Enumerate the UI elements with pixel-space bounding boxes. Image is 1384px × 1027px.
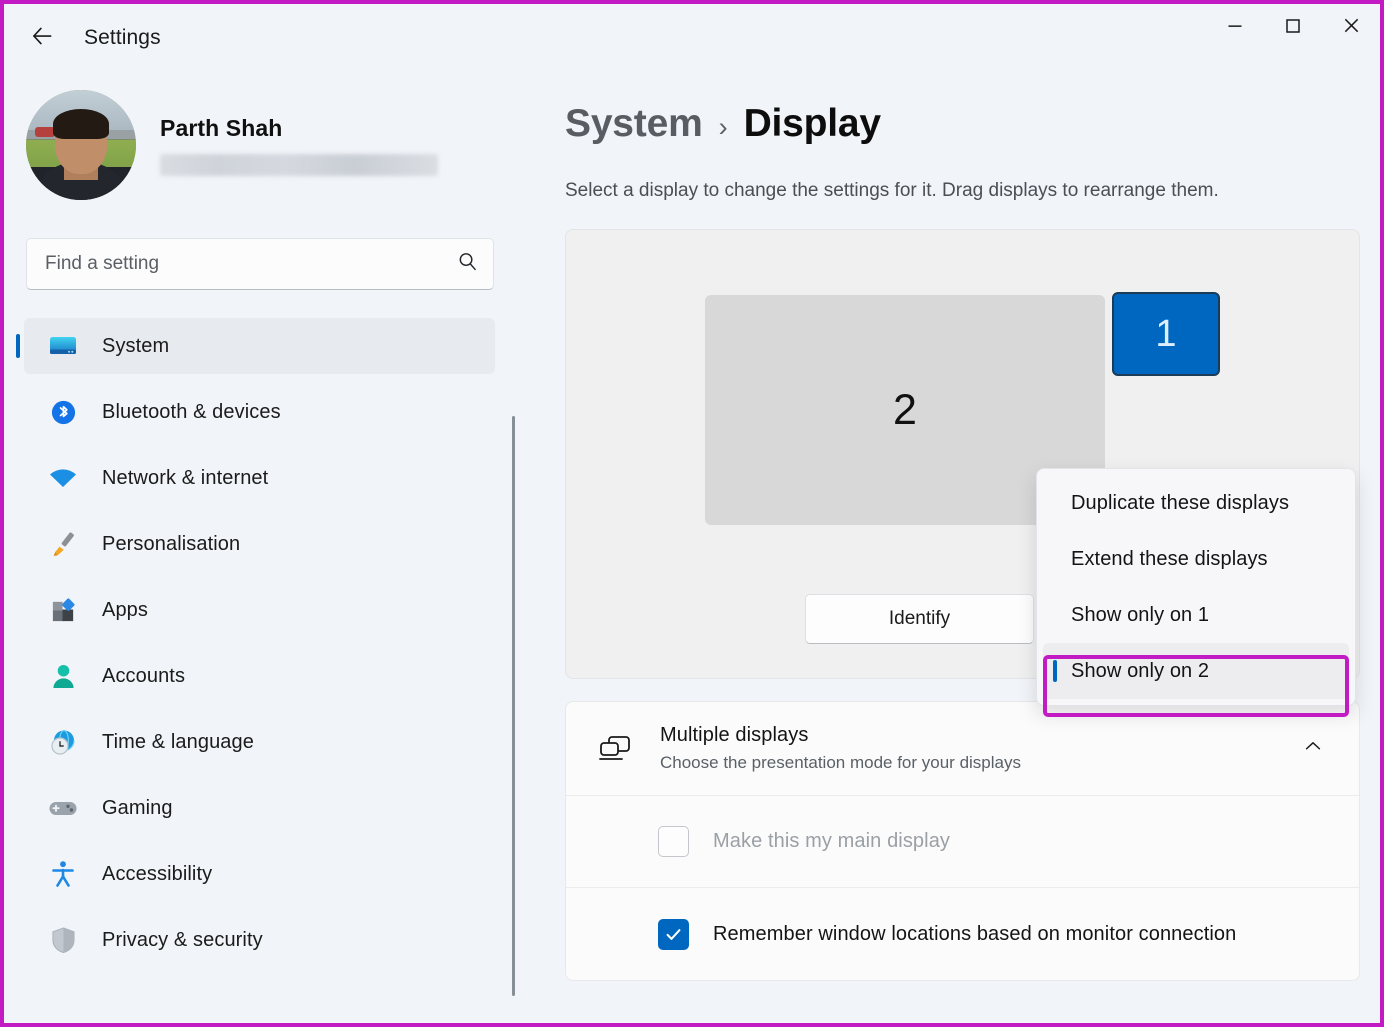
sidebar-item-accessibility[interactable]: Accessibility [24,846,495,902]
apps-icon [46,595,80,625]
sidebar: Parth Shah [4,72,529,1023]
close-button[interactable] [1322,4,1380,52]
menu-item-extend-displays[interactable]: Extend these displays [1043,531,1349,587]
sidebar-item-label: Accounts [102,665,185,688]
multiple-displays-title: Multiple displays [660,724,1293,747]
close-icon [1343,17,1360,39]
sidebar-item-label: System [102,335,169,358]
remember-window-locations-checkbox[interactable] [658,919,689,950]
chevron-right-icon: › [719,112,728,143]
remember-window-locations-row[interactable]: Remember window locations based on monit… [566,888,1359,980]
wifi-icon [46,463,80,493]
monitor-icon [46,331,80,361]
maximize-icon [1285,18,1301,39]
sidebar-item-time-language[interactable]: Time & language [24,714,495,770]
make-main-display-label: Make this my main display [713,826,950,857]
display-thumbnail-1[interactable]: 1 [1112,292,1220,376]
identify-button[interactable]: Identify [805,594,1034,644]
page-description: Select a display to change the settings … [565,174,1355,207]
shield-icon [46,925,80,955]
app-title: Settings [84,26,161,50]
title-bar: Settings [4,4,1380,72]
menu-item-show-only-on-1[interactable]: Show only on 1 [1043,587,1349,643]
maximize-button[interactable] [1264,4,1322,52]
account-name: Parth Shah [160,115,438,142]
person-icon [46,661,80,691]
sidebar-item-network-internet[interactable]: Network & internet [24,450,495,506]
sidebar-nav: System Bluetooth & devices [4,318,529,968]
multiple-displays-row[interactable]: Multiple displays Choose the presentatio… [566,702,1359,796]
sidebar-item-gaming[interactable]: Gaming [24,780,495,836]
breadcrumb-parent[interactable]: System [565,102,703,146]
accessibility-icon [46,859,80,889]
back-arrow-icon [29,23,55,54]
sidebar-item-label: Gaming [102,797,173,820]
paintbrush-icon [46,529,80,559]
main-content: System › Display Select a display to cha… [529,72,1380,1023]
sidebar-item-privacy-security[interactable]: Privacy & security [24,912,495,968]
sidebar-item-label: Privacy & security [102,929,263,952]
minimize-button[interactable] [1206,4,1264,52]
menu-item-duplicate-displays[interactable]: Duplicate these displays [1043,475,1349,531]
sidebar-item-apps[interactable]: Apps [24,582,495,638]
collapse-section-button[interactable] [1293,729,1333,769]
minimize-icon [1227,18,1243,39]
sidebar-item-label: Time & language [102,731,254,754]
chevron-up-icon [1302,735,1324,762]
back-button[interactable] [18,18,66,58]
window-body: Parth Shah [4,72,1380,1023]
sidebar-item-label: Network & internet [102,467,268,490]
remember-window-locations-label: Remember window locations based on monit… [713,919,1236,950]
sidebar-item-label: Apps [102,599,148,622]
clock-globe-icon [46,727,80,757]
sidebar-item-bluetooth-devices[interactable]: Bluetooth & devices [24,384,495,440]
main-display-checkbox-row: Make this my main display [566,796,1359,888]
gamepad-icon [46,793,80,823]
account-email-redacted [160,154,438,176]
sidebar-item-system[interactable]: System [24,318,495,374]
sidebar-item-accounts[interactable]: Accounts [24,648,495,704]
page-title: Display [744,102,881,146]
breadcrumb: System › Display [565,102,1360,146]
multiple-displays-subtitle: Choose the presentation mode for your di… [660,753,1293,773]
settings-window: Settings [4,4,1380,1023]
bluetooth-icon [46,397,80,427]
window-controls [1206,4,1380,52]
account-header[interactable]: Parth Shah [26,90,529,200]
search-box[interactable] [26,238,494,290]
make-main-display-checkbox [658,826,689,857]
search-icon[interactable] [456,250,479,278]
sidebar-item-personalisation[interactable]: Personalisation [24,516,495,572]
avatar [26,90,136,200]
menu-item-show-only-on-2[interactable]: Show only on 2 [1043,643,1349,699]
presentation-mode-flyout: Duplicate these displays Extend these di… [1036,468,1356,706]
sidebar-item-label: Personalisation [102,533,240,556]
sidebar-scrollbar-thumb[interactable] [512,416,515,996]
sidebar-item-label: Accessibility [102,863,212,886]
screenshot-frame: Settings [0,0,1384,1027]
sidebar-item-label: Bluetooth & devices [102,401,281,424]
search-input[interactable] [45,253,456,275]
multiple-displays-icon [592,733,638,765]
settings-card: Multiple displays Choose the presentatio… [565,701,1360,981]
